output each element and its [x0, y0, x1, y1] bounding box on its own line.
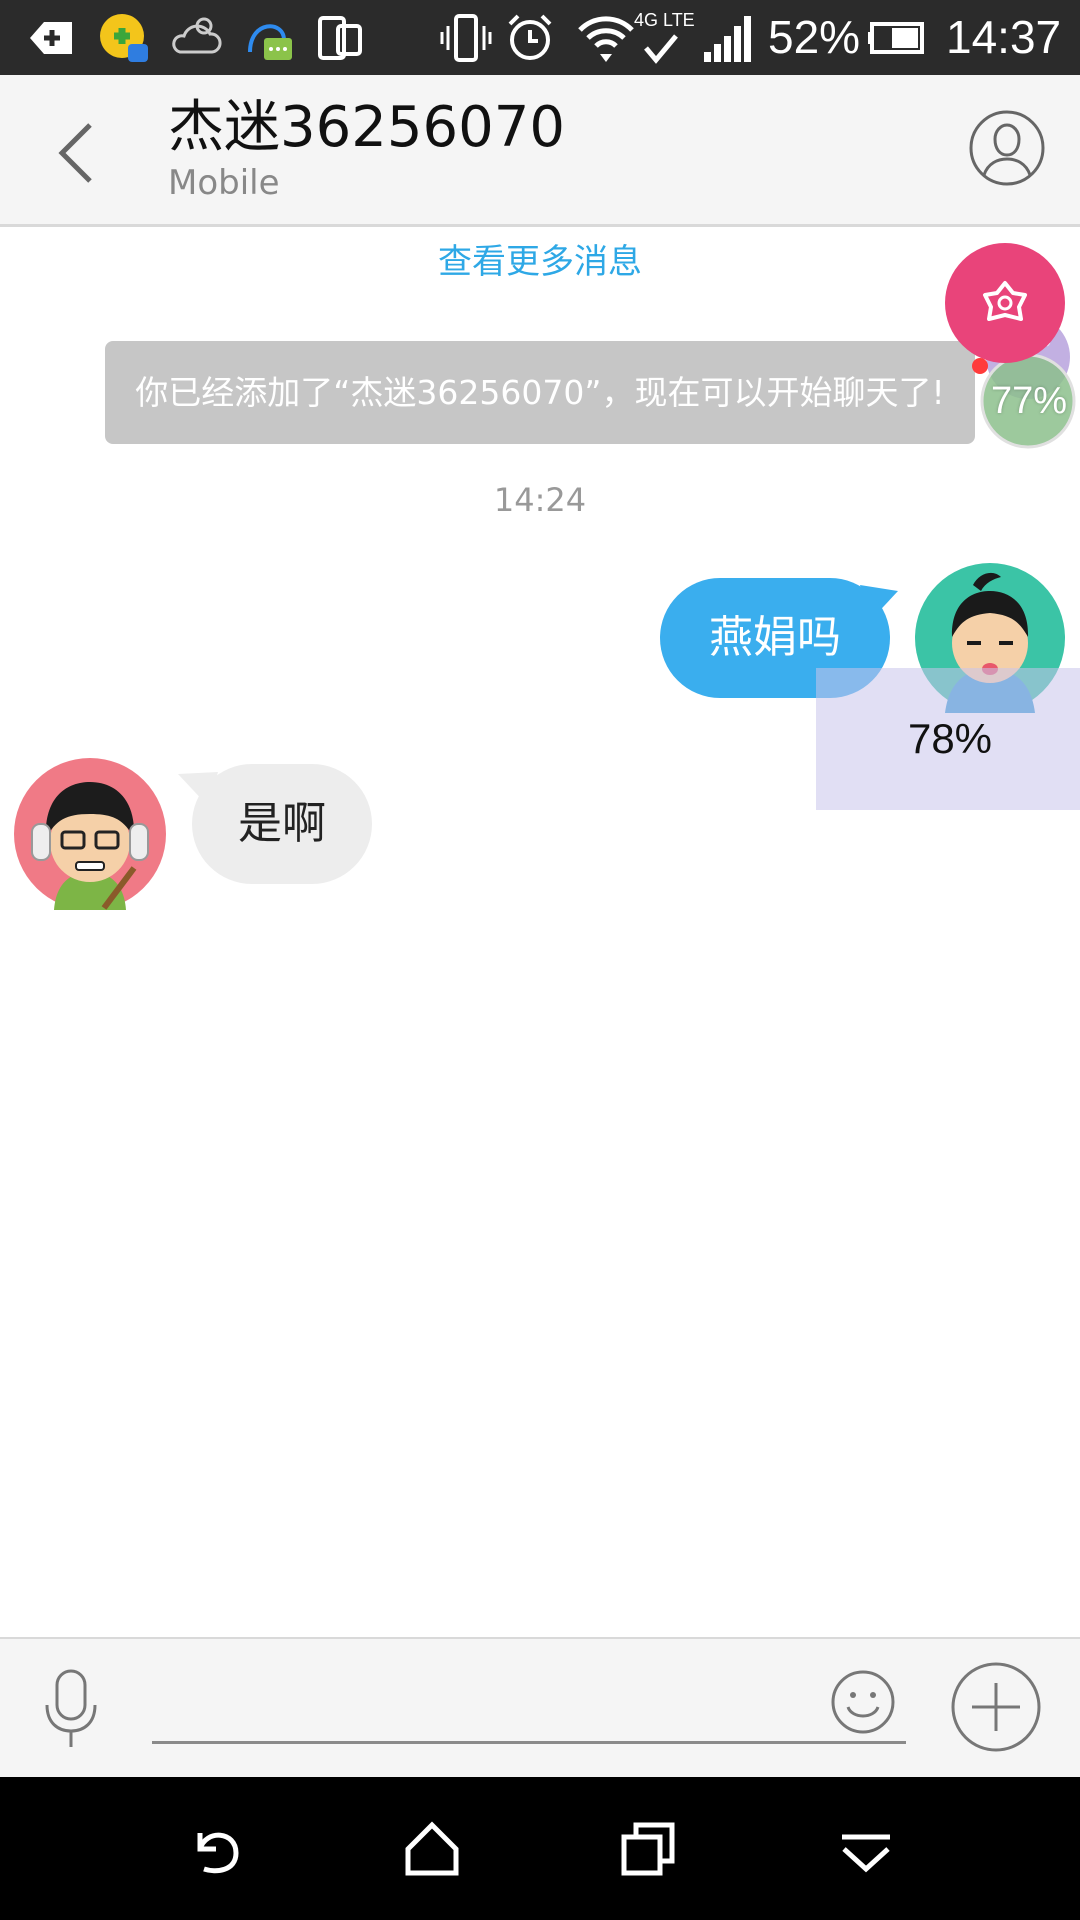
chat-subtitle: Mobile — [168, 163, 280, 203]
system-notice-text: 你已经添加了“杰迷36256070”，现在可以开始聊天了! — [135, 372, 945, 412]
status-bar: 4G LTE 52% 14:37 — [0, 0, 1080, 75]
notification-dot — [972, 358, 988, 374]
message-timestamp: 14:24 — [493, 481, 587, 519]
progress-overlay-label: 78% — [907, 715, 993, 762]
nav-dropdown-icon[interactable] — [836, 1819, 896, 1879]
dual-screen-icon — [312, 10, 368, 66]
qq-message-icon — [240, 10, 296, 66]
load-more-link[interactable]: 查看更多消息 — [0, 240, 1080, 284]
clock-time: 14:37 — [946, 11, 1062, 63]
wifi-icon — [574, 10, 638, 66]
voice-input-button[interactable] — [40, 1669, 102, 1749]
nav-recents-icon[interactable] — [618, 1819, 678, 1879]
system-notice: 你已经添加了“杰迷36256070”，现在可以开始聊天了! — [105, 341, 975, 444]
message-input[interactable] — [152, 1659, 906, 1744]
chat-header: 杰迷36256070 Mobile — [0, 75, 1080, 227]
app-360-icon — [96, 10, 152, 66]
nav-back-icon[interactable] — [186, 1819, 246, 1879]
weather-cloud-icon — [168, 10, 224, 66]
profile-button[interactable] — [968, 109, 1046, 187]
cell-signal-icon — [700, 10, 756, 66]
peer-avatar[interactable] — [14, 758, 166, 910]
more-options-button[interactable] — [950, 1661, 1042, 1753]
network-type-label: 4G LTE — [634, 10, 695, 30]
system-nav-bar — [0, 1777, 1080, 1920]
nav-home-icon[interactable] — [402, 1819, 462, 1879]
emoji-button[interactable] — [830, 1669, 896, 1735]
back-button[interactable] — [44, 113, 114, 193]
back-arrow-icon — [22, 10, 78, 66]
battery-percentage: 52% — [768, 11, 861, 63]
vibrate-icon — [438, 10, 494, 66]
battery-icon — [866, 10, 928, 66]
alarm-icon — [502, 10, 558, 66]
data-check-icon — [640, 28, 680, 68]
flower-float-button[interactable] — [945, 243, 1065, 363]
input-bar — [0, 1637, 1080, 1779]
float-progress-label: 77% — [990, 380, 1068, 422]
chat-title: 杰迷36256070 — [168, 95, 566, 160]
incoming-message-bubble[interactable]: 是啊 — [192, 764, 372, 884]
